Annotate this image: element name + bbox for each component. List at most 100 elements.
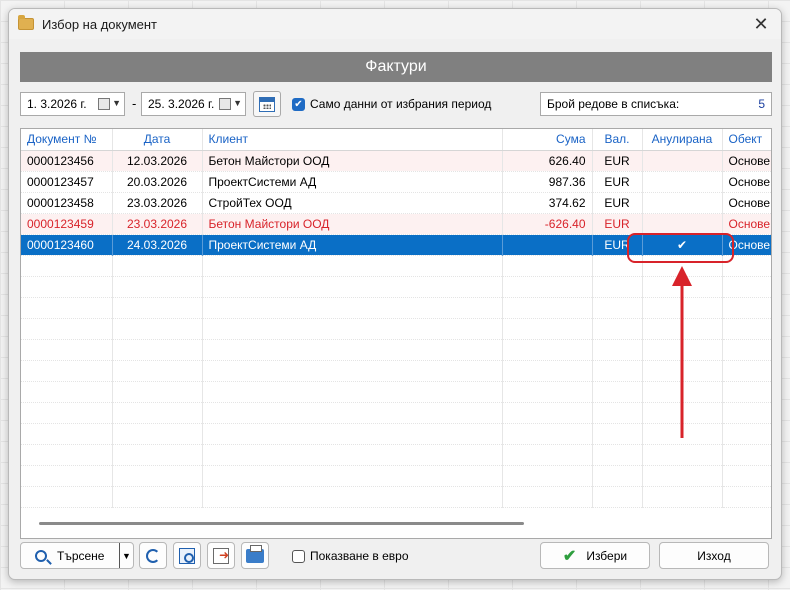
checkbox-unchecked-icon (292, 549, 305, 563)
select-label: Избери (586, 548, 628, 563)
empty-row (21, 276, 771, 298)
filter-bar: 1. 3.2026 г. ▼ - 25. 3.2026 г. ▼ ✔ Само … (20, 91, 772, 119)
calendar-mini-icon (219, 98, 231, 110)
cell-annulled (642, 171, 723, 193)
cell-annulled (642, 192, 723, 214)
red-arrow-annotation (672, 266, 692, 438)
highlight-annotation-box (627, 233, 734, 263)
date-from-value: 1. 3.2026 г. (27, 97, 87, 111)
chevron-down-icon[interactable]: ▼ (119, 543, 133, 568)
cell-object: Основе (722, 150, 771, 172)
exit-label: Изход (697, 548, 731, 563)
row-count-box: Брой редове в списъка: 5 (540, 92, 772, 116)
preview-icon (179, 547, 195, 564)
col-header-currency[interactable]: Вал. (592, 129, 643, 151)
title-bar: Избор на документ ✕ (9, 9, 781, 39)
cell-client: Бетон Майстори ООД (202, 150, 503, 172)
cell-document: 0000123458 (21, 192, 113, 214)
refresh-button[interactable] (139, 542, 167, 569)
window-title: Избор на документ (42, 16, 158, 32)
cell-sum: -626.40 (502, 213, 593, 235)
documents-table: Документ № Дата Клиент Сума Вал. Анулира… (21, 129, 771, 508)
cell-client: ПроектСистеми АД (202, 234, 503, 256)
cell-object: Основе (722, 192, 771, 214)
date-to-value: 25. 3.2026 г. (148, 97, 215, 111)
empty-row (21, 360, 771, 382)
export-button[interactable] (207, 542, 235, 569)
row-count-value: 5 (758, 97, 765, 111)
cell-sum: 626.40 (502, 150, 593, 172)
date-from-picker[interactable]: 1. 3.2026 г. ▼ (20, 92, 125, 116)
calendar-button[interactable] (253, 91, 281, 117)
search-label: Търсене (57, 548, 105, 563)
only-period-checkbox[interactable]: ✔ Само данни от избрания период (292, 97, 491, 111)
cell-currency: EUR (592, 150, 643, 172)
col-header-object[interactable]: Обект (722, 129, 771, 151)
table-header-row: Документ № Дата Клиент Сума Вал. Анулира… (21, 129, 771, 151)
cell-sum: 374.62 (502, 192, 593, 214)
table-row[interactable]: 0000123456 12.03.2026 Бетон Майстори ООД… (21, 150, 771, 172)
printer-icon (246, 544, 264, 563)
checkbox-checked-icon: ✔ (292, 97, 305, 111)
row-count-label: Брой редове в списъка: (547, 97, 680, 111)
cell-document: 0000123457 (21, 171, 113, 193)
cell-document: 0000123460 (21, 234, 113, 256)
folder-icon (18, 15, 34, 30)
empty-row (21, 402, 771, 424)
chevron-down-icon: ▼ (112, 98, 121, 108)
refresh-icon (146, 548, 160, 563)
col-header-sum[interactable]: Сума (502, 129, 593, 151)
col-header-client[interactable]: Клиент (202, 129, 503, 151)
empty-row (21, 297, 771, 319)
empty-row (21, 423, 771, 445)
preview-button[interactable] (173, 542, 201, 569)
cell-date: 23.03.2026 (112, 192, 203, 214)
select-button[interactable]: ✔ Избери (540, 542, 650, 569)
cell-currency: EUR (592, 213, 643, 235)
only-period-label: Само данни от избрания период (310, 97, 492, 111)
search-split-button[interactable]: Търсене ▼ (20, 542, 134, 569)
search-icon (35, 549, 47, 562)
exit-button[interactable]: Изход (659, 542, 769, 569)
cell-object: Основе (722, 171, 771, 193)
empty-row (21, 339, 771, 361)
cell-annulled (642, 150, 723, 172)
chevron-down-icon: ▼ (233, 98, 242, 108)
cell-date: 23.03.2026 (112, 213, 203, 235)
cell-sum (502, 234, 593, 256)
table-row[interactable]: 0000123458 23.03.2026 СтройТех ООД 374.6… (21, 192, 771, 214)
table-row[interactable]: 0000123459 23.03.2026 Бетон Майстори ООД… (21, 213, 771, 235)
empty-row (21, 318, 771, 340)
empty-row (21, 486, 771, 508)
cell-client: СтройТех ООД (202, 192, 503, 214)
cell-currency: EUR (592, 192, 643, 214)
cell-sum: 987.36 (502, 171, 593, 193)
cell-currency: EUR (592, 171, 643, 193)
calendar-mini-icon (98, 98, 110, 110)
empty-row (21, 444, 771, 466)
cell-document: 0000123456 (21, 150, 113, 172)
select-document-dialog: Избор на документ ✕ Фактури 1. 3.2026 г.… (8, 8, 782, 580)
empty-row (21, 465, 771, 487)
check-icon: ✔ (562, 547, 577, 565)
horizontal-scrollbar[interactable] (39, 522, 524, 525)
bottom-toolbar: Търсене ▼ Показване в евро ✔ Избери Изхо… (20, 542, 772, 572)
col-header-annulled[interactable]: Анулирана (642, 129, 723, 151)
empty-row (21, 381, 771, 403)
col-header-date[interactable]: Дата (112, 129, 203, 151)
show-euro-label: Показване в евро (310, 549, 409, 563)
cell-date: 20.03.2026 (112, 171, 203, 193)
calendar-icon (259, 96, 275, 112)
show-euro-checkbox[interactable]: Показване в евро (292, 549, 409, 563)
close-button[interactable]: ✕ (749, 12, 773, 36)
date-to-picker[interactable]: 25. 3.2026 г. ▼ (141, 92, 246, 116)
col-header-document[interactable]: Документ № (21, 129, 113, 151)
documents-grid[interactable]: Документ № Дата Клиент Сума Вал. Анулира… (20, 128, 772, 539)
print-button[interactable] (241, 542, 269, 569)
cell-date: 12.03.2026 (112, 150, 203, 172)
section-title: Фактури (20, 52, 772, 82)
cell-object: Основе (722, 213, 771, 235)
export-icon (213, 547, 229, 564)
cell-document: 0000123459 (21, 213, 113, 235)
table-row[interactable]: 0000123457 20.03.2026 ПроектСистеми АД 9… (21, 171, 771, 193)
